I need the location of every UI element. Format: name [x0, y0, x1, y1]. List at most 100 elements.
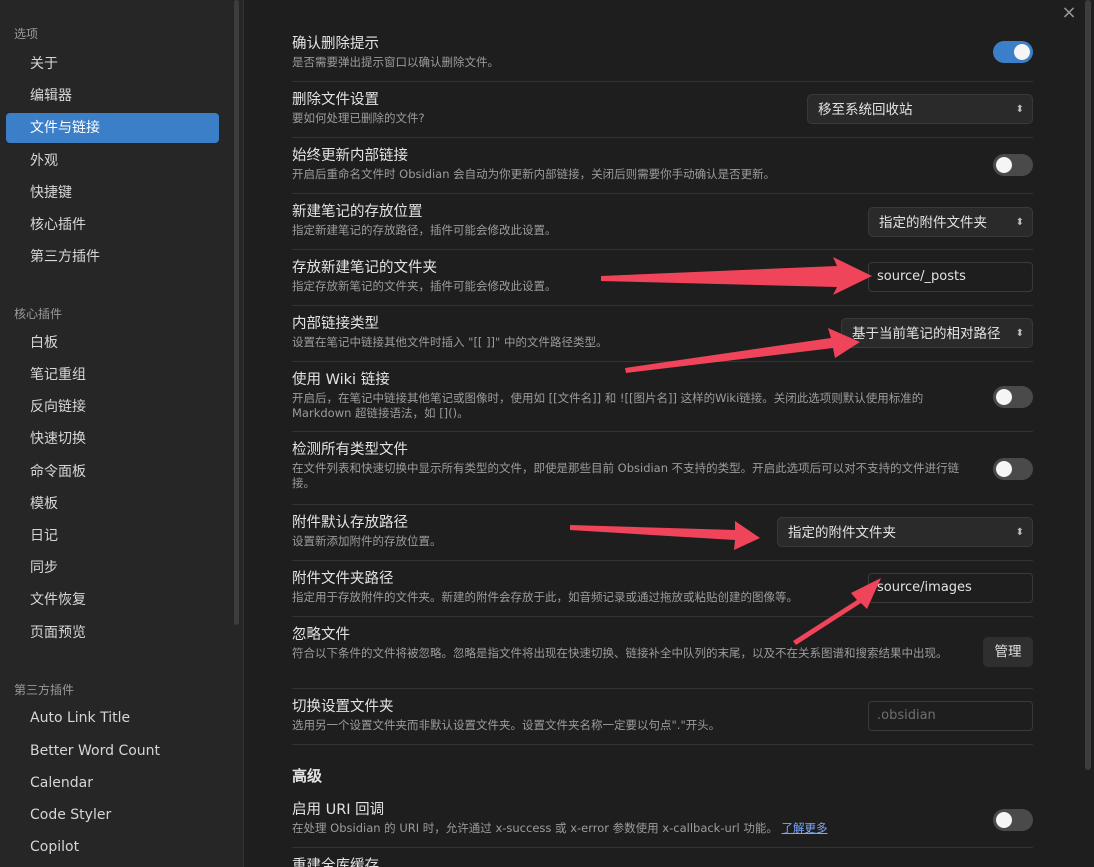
setting-detect-all-files: 检测所有类型文件 在文件列表和快速切换中显示所有类型的文件，即使是那些目前 Ob… — [292, 432, 1033, 505]
setting-wiki-links: 使用 Wiki 链接 开启后，在笔记中链接其他笔记或图像时，使用如 [[文件名]… — [292, 362, 1033, 432]
advanced-heading: 高级 — [292, 767, 323, 785]
sidebar-item-community-plugins[interactable]: 第三方插件 — [6, 242, 219, 272]
select-value: 指定的附件文件夹 — [879, 215, 987, 231]
setting-new-note-folder: 存放新建笔记的文件夹 指定存放新笔记的文件夹，插件可能会修改此设置。 sourc… — [292, 250, 1033, 306]
setting-new-note-location: 新建笔记的存放位置 指定新建笔记的存放路径，插件可能会修改此设置。 指定的附件文… — [292, 194, 1033, 250]
sidebar-item-core-plugins[interactable]: 核心插件 — [6, 210, 219, 240]
setting-title: 确认删除提示 — [292, 36, 379, 52]
sidebar-item-templates[interactable]: 模板 — [6, 489, 219, 519]
close-icon[interactable]: × — [1060, 4, 1078, 22]
toggle-knob — [996, 389, 1012, 405]
setting-description: 要如何处理已删除的文件? — [292, 111, 425, 125]
update-links-toggle[interactable] — [993, 154, 1033, 176]
learn-more-link[interactable]: 了解更多 — [782, 821, 828, 835]
setting-uri-callback: 启用 URI 回调 在处理 Obsidian 的 URI 时，允许通过 x-su… — [292, 792, 1033, 848]
sidebar-item-command-palette[interactable]: 命令面板 — [6, 457, 219, 487]
sidebar-item-code-styler[interactable]: Code Styler — [6, 800, 219, 830]
detect-all-files-toggle[interactable] — [993, 458, 1033, 480]
sidebar-item-about[interactable]: 关于 — [6, 49, 219, 79]
sidebar-item-page-preview[interactable]: 页面预览 — [6, 618, 219, 648]
attachment-folder-input[interactable]: source/images — [868, 573, 1033, 603]
sidebar-item-sync[interactable]: 同步 — [6, 553, 219, 583]
settings-content: × 确认删除提示 是否需要弹出提示窗口以确认删除文件。 删除文件设置 要如何处理… — [245, 0, 1094, 867]
setting-description: 设置新添加附件的存放位置。 — [292, 534, 442, 548]
setting-description: 指定存放新笔记的文件夹，插件可能会修改此设置。 — [292, 279, 557, 293]
wiki-links-toggle[interactable] — [993, 386, 1033, 408]
setting-rebuild-cache: 重建全库缓存 — [292, 848, 1033, 867]
setting-description: 开启后，在笔记中链接其他笔记或图像时，使用如 [[文件名]] 和 ![[图片名]… — [292, 391, 924, 420]
options-heading: 选项 — [14, 27, 39, 41]
setting-title: 新建笔记的存放位置 — [292, 204, 423, 220]
setting-title: 附件文件夹路径 — [292, 571, 394, 587]
sidebar-scrollbar[interactable] — [234, 0, 239, 625]
setting-title: 存放新建笔记的文件夹 — [292, 260, 437, 276]
select-value: 指定的附件文件夹 — [788, 525, 896, 541]
chevron-updown-icon: ⬍ — [1015, 328, 1024, 339]
setting-attachment-folder: 附件文件夹路径 指定用于存放附件的文件夹。新建的附件会存放于此，如音频记录或通过… — [292, 561, 1033, 617]
setting-attachment-location: 附件默认存放路径 设置新添加附件的存放位置。 指定的附件文件夹 ⬍ — [292, 505, 1033, 561]
select-value: 移至系统回收站 — [818, 102, 913, 118]
sidebar-item-auto-link-title[interactable]: Auto Link Title — [6, 703, 219, 733]
setting-update-links: 始终更新内部链接 开启后重命名文件时 Obsidian 会自动为你更新内部链接，… — [292, 138, 1033, 194]
setting-deleted-files: 删除文件设置 要如何处理已删除的文件? 移至系统回收站 ⬍ — [292, 82, 1033, 138]
setting-confirm-delete: 确认删除提示 是否需要弹出提示窗口以确认删除文件。 — [292, 26, 1033, 82]
config-folder-input[interactable]: .obsidian — [868, 701, 1033, 731]
setting-description: 在处理 Obsidian 的 URI 时，允许通过 x-success 或 x-… — [292, 821, 828, 836]
sidebar-item-editor[interactable]: 编辑器 — [6, 81, 219, 111]
sidebar-item-hotkeys[interactable]: 快捷键 — [6, 178, 219, 208]
toggle-knob — [996, 157, 1012, 173]
setting-excluded-files: 忽略文件 符合以下条件的文件将被忽略。忽略是指文件将出现在快速切换、链接补全中队… — [292, 617, 1033, 689]
deleted-files-select[interactable]: 移至系统回收站 ⬍ — [807, 94, 1033, 124]
setting-title: 检测所有类型文件 — [292, 442, 408, 458]
sidebar-item-quick-switcher[interactable]: 快速切换 — [6, 424, 219, 454]
setting-title: 删除文件设置 — [292, 92, 379, 108]
setting-title: 内部链接类型 — [292, 316, 379, 332]
core-plugins-heading: 核心插件 — [14, 307, 63, 321]
manage-excluded-button[interactable]: 管理 — [983, 637, 1033, 667]
sidebar-item-backlinks[interactable]: 反向链接 — [6, 392, 219, 422]
content-scrollbar[interactable] — [1085, 0, 1091, 770]
setting-title: 始终更新内部链接 — [292, 148, 408, 164]
setting-description: 符合以下条件的文件将被忽略。忽略是指文件将出现在快速切换、链接补全中队列的末尾，… — [292, 646, 948, 660]
settings-sidebar: 选项 关于 编辑器 文件与链接 外观 快捷键 核心插件 第三方插件 核心插件 白… — [0, 0, 244, 867]
setting-description: 设置在笔记中链接其他文件时插入 "[[ ]]" 中的文件路径类型。 — [292, 335, 608, 349]
sidebar-item-appearance[interactable]: 外观 — [6, 146, 219, 176]
attachment-location-select[interactable]: 指定的附件文件夹 ⬍ — [777, 517, 1033, 547]
setting-description: 开启后重命名文件时 Obsidian 会自动为你更新内部链接，关闭后则需要你手动… — [292, 167, 776, 181]
new-note-folder-input[interactable]: source/_posts — [868, 262, 1033, 292]
sidebar-item-calendar[interactable]: Calendar — [6, 768, 219, 798]
setting-description: 是否需要弹出提示窗口以确认删除文件。 — [292, 55, 499, 69]
setting-title: 重建全库缓存 — [292, 858, 379, 867]
sidebar-item-daily-notes[interactable]: 日记 — [6, 521, 219, 551]
toggle-knob — [996, 461, 1012, 477]
sidebar-item-file-recovery[interactable]: 文件恢复 — [6, 585, 219, 615]
setting-title: 忽略文件 — [292, 627, 350, 643]
link-format-select[interactable]: 基于当前笔记的相对路径 ⬍ — [841, 318, 1033, 348]
setting-description: 选用另一个设置文件夹而非默认设置文件夹。设置文件夹名称一定要以句点"."开头。 — [292, 718, 721, 732]
sidebar-item-note-composer[interactable]: 笔记重组 — [6, 360, 219, 390]
community-plugins-heading: 第三方插件 — [14, 683, 75, 697]
setting-description: 指定新建笔记的存放路径，插件可能会修改此设置。 — [292, 223, 557, 237]
sidebar-item-copilot[interactable]: Copilot — [6, 832, 219, 862]
toggle-knob — [1014, 44, 1030, 60]
sidebar-item-files-links[interactable]: 文件与链接 — [6, 113, 219, 143]
uri-callback-toggle[interactable] — [993, 809, 1033, 831]
chevron-updown-icon: ⬍ — [1015, 217, 1024, 228]
confirm-delete-toggle[interactable] — [993, 41, 1033, 63]
new-note-location-select[interactable]: 指定的附件文件夹 ⬍ — [868, 207, 1033, 237]
uri-description-text: 在处理 Obsidian 的 URI 时，允许通过 x-success 或 x-… — [292, 821, 778, 835]
setting-title: 切换设置文件夹 — [292, 699, 394, 715]
setting-description: 在文件列表和快速切换中显示所有类型的文件，即使是那些目前 Obsidian 不支… — [292, 461, 960, 490]
setting-title: 使用 Wiki 链接 — [292, 372, 390, 388]
setting-title: 启用 URI 回调 — [292, 802, 385, 818]
toggle-knob — [996, 812, 1012, 828]
setting-title: 附件默认存放路径 — [292, 515, 408, 531]
setting-config-folder: 切换设置文件夹 选用另一个设置文件夹而非默认设置文件夹。设置文件夹名称一定要以句… — [292, 689, 1033, 745]
select-value: 基于当前笔记的相对路径 — [852, 326, 1001, 342]
chevron-updown-icon: ⬍ — [1015, 104, 1024, 115]
chevron-updown-icon: ⬍ — [1015, 527, 1024, 538]
setting-description: 指定用于存放附件的文件夹。新建的附件会存放于此，如音频记录或通过拖放或粘贴创建的… — [292, 590, 798, 604]
sidebar-item-better-word-count[interactable]: Better Word Count — [6, 736, 219, 766]
sidebar-item-canvas[interactable]: 白板 — [6, 328, 219, 358]
setting-link-format: 内部链接类型 设置在笔记中链接其他文件时插入 "[[ ]]" 中的文件路径类型。… — [292, 306, 1033, 362]
